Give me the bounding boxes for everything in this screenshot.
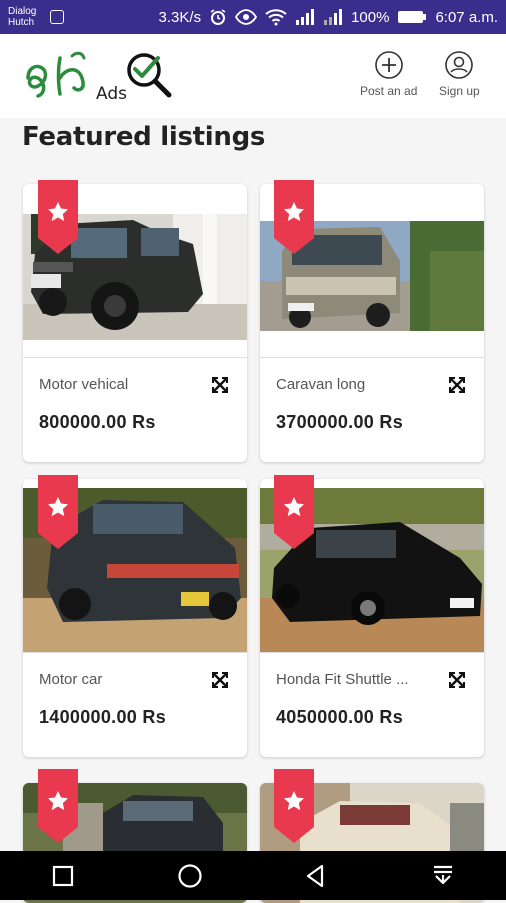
listing-price: 4050000.00 Rs (276, 707, 404, 727)
clock: 6:07 a.m. (435, 8, 498, 26)
star-bookmark-icon (38, 180, 78, 254)
listing-price: 3700000.00 Rs (276, 412, 404, 432)
listing-title: Honda Fit Shuttle ... (276, 671, 409, 688)
back-triangle-icon (307, 864, 324, 887)
square-icon (53, 865, 74, 886)
listing-title: Caravan long (276, 376, 366, 393)
sign-up-button[interactable]: Sign up (439, 50, 480, 98)
listing-info: Motor vehical 800000.00 Rs (23, 357, 247, 462)
arrows-expand-icon[interactable] (211, 671, 229, 689)
listing-info: Motor car 1400000.00 Rs (23, 652, 247, 757)
listing-price: 800000.00 Rs (39, 412, 156, 432)
post-ad-button[interactable]: Post an ad (360, 50, 417, 98)
listing-title: Motor car (39, 671, 103, 688)
app-header: Ads Post an ad Sign up (0, 34, 506, 118)
notification-shade-button[interactable] (423, 856, 463, 896)
signal-icon (296, 9, 315, 25)
battery-icon (398, 11, 427, 23)
carrier-name: Dialog Hutch (8, 6, 48, 28)
logo-text: Ads (96, 84, 127, 104)
home-button[interactable] (170, 856, 210, 896)
star-bookmark-icon (274, 180, 314, 254)
account-circle-icon (445, 51, 474, 79)
star-bookmark-icon (38, 475, 78, 549)
circle-icon (178, 863, 202, 888)
star-bookmark-icon (38, 769, 78, 843)
signal-2-icon (324, 9, 343, 25)
listing-title: Motor vehical (39, 376, 129, 393)
listing-info: Caravan long 3700000.00 Rs (260, 357, 484, 462)
pull-down-icon (433, 865, 452, 884)
sign-up-label: Sign up (439, 84, 480, 98)
star-bookmark-icon (274, 769, 314, 843)
battery-percent: 100% (351, 8, 390, 26)
arrows-expand-icon[interactable] (448, 671, 466, 689)
arrows-expand-icon[interactable] (448, 376, 466, 394)
status-bar: Dialog Hutch 3.3K/s 100% 6:07 a.m. (0, 0, 506, 34)
carrier-line1: Dialog (8, 6, 37, 17)
eye-icon (235, 9, 258, 25)
carrier-line2: Hutch (8, 17, 35, 28)
listing-price: 1400000.00 Rs (39, 707, 167, 727)
network-speed: 3.3K/s (158, 8, 202, 26)
post-ad-label: Post an ad (360, 84, 418, 98)
back-button[interactable] (296, 856, 336, 896)
recents-button[interactable] (43, 856, 83, 896)
listing-info: Honda Fit Shuttle ... 4050000.00 Rs (260, 652, 484, 757)
wifi-icon (265, 9, 287, 26)
plus-circle-icon (374, 51, 403, 79)
system-nav-bar (0, 851, 506, 900)
alarm-icon (210, 9, 226, 25)
page-title: Featured listings (22, 122, 266, 152)
sim-icon (50, 10, 64, 24)
arrows-expand-icon[interactable] (211, 376, 229, 394)
star-bookmark-icon (274, 475, 314, 549)
